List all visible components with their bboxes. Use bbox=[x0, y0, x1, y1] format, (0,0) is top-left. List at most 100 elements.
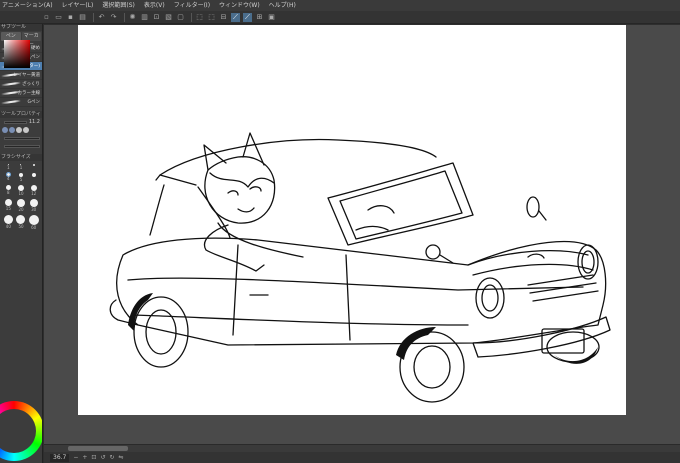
fit-icon[interactable]: ⊡ bbox=[91, 452, 96, 463]
frame-icon[interactable]: ▢ bbox=[176, 13, 185, 22]
brush-label: レイヤー黄道 bbox=[13, 73, 40, 78]
drawing-canvas[interactable] bbox=[78, 25, 626, 415]
brush-item[interactable]: Gペン bbox=[0, 98, 42, 107]
size-cell[interactable]: 1 bbox=[16, 164, 27, 170]
menu-filter[interactable]: フィルター(I) bbox=[174, 0, 210, 11]
car-roof-line bbox=[159, 138, 437, 176]
size-cell[interactable]: 8 bbox=[3, 185, 14, 196]
redo-icon[interactable]: ↷ bbox=[109, 13, 118, 22]
size-cell[interactable]: 20 bbox=[16, 199, 27, 212]
brush-size-row: 11.2 bbox=[0, 118, 42, 126]
flip-icon[interactable]: ⇋ bbox=[119, 452, 124, 463]
menu-select[interactable]: 選択範囲(S) bbox=[102, 0, 135, 11]
windshield-frame bbox=[327, 162, 474, 246]
zoom-out-icon[interactable]: − bbox=[73, 452, 78, 463]
brush-stroke-preview bbox=[0, 81, 22, 87]
character-arm bbox=[203, 224, 265, 272]
brush-label: ざっくり bbox=[22, 82, 40, 87]
brush-size-slider[interactable] bbox=[4, 120, 27, 124]
menu-view[interactable]: 表示(V) bbox=[144, 0, 165, 11]
slider-row bbox=[0, 142, 42, 150]
size-cell-selected[interactable]: 4 bbox=[3, 172, 14, 182]
size-dot bbox=[4, 199, 12, 206]
trash-icon[interactable]: ▥ bbox=[140, 13, 149, 22]
ruler-icon[interactable]: ⟋ bbox=[243, 12, 252, 22]
character-eye bbox=[227, 190, 239, 196]
size-label: 12 bbox=[31, 191, 37, 196]
size-dot bbox=[29, 199, 38, 207]
zoom-in-icon[interactable]: + bbox=[82, 452, 87, 463]
transform-icon[interactable]: ⊡ bbox=[152, 13, 161, 22]
preset-dot[interactable] bbox=[23, 127, 29, 133]
character-ear bbox=[203, 144, 227, 171]
menu-animation[interactable]: アニメーション(A) bbox=[2, 0, 53, 11]
horizontal-scrollbar[interactable] bbox=[44, 444, 680, 452]
preset-dot[interactable] bbox=[2, 127, 8, 133]
character-mouth bbox=[237, 207, 255, 213]
size-cell[interactable]: 5 bbox=[16, 173, 27, 182]
toolbar-divider bbox=[191, 12, 192, 22]
size-cell[interactable]: 15 bbox=[3, 199, 14, 212]
color-wheel[interactable] bbox=[0, 401, 42, 461]
brush-item[interactable]: レイヤー黄道 bbox=[0, 71, 42, 80]
brush-size-grid: 1 1 4 5 8 10 12 15 20 30 40 50 60 bbox=[0, 161, 42, 233]
size-cell[interactable] bbox=[28, 164, 39, 170]
loading-icon[interactable]: ✺ bbox=[128, 13, 137, 22]
rotate-right-icon[interactable]: ↻ bbox=[109, 452, 114, 463]
size-cell[interactable]: 30 bbox=[28, 199, 39, 212]
brush-item[interactable]: カラー主線 bbox=[0, 89, 42, 98]
opacity-slider[interactable] bbox=[4, 136, 40, 140]
preset-dot[interactable] bbox=[9, 127, 15, 133]
rotate-left-icon[interactable]: ↺ bbox=[100, 452, 105, 463]
scrollbar-thumb[interactable] bbox=[68, 446, 128, 451]
saturation-value-picker[interactable] bbox=[4, 40, 30, 68]
size-label: 40 bbox=[5, 224, 11, 229]
size-label: 50 bbox=[18, 224, 24, 229]
new-icon[interactable]: ▫ bbox=[42, 13, 51, 22]
fill-icon[interactable]: ▧ bbox=[164, 13, 173, 22]
brush-item[interactable]: ざっくり bbox=[0, 80, 42, 89]
menu-help[interactable]: ヘルプ(H) bbox=[269, 0, 296, 11]
size-label: 1 bbox=[19, 165, 23, 170]
preset-dot[interactable] bbox=[16, 127, 22, 133]
pen-icon[interactable]: ⟋ bbox=[231, 12, 240, 22]
deselect-icon[interactable]: ⬚ bbox=[207, 13, 216, 22]
size-label: 20 bbox=[18, 207, 24, 212]
interior-detail bbox=[355, 225, 389, 231]
menu-layer[interactable]: レイヤー(L) bbox=[62, 0, 94, 11]
car-side-crease bbox=[132, 314, 469, 326]
size-cell[interactable] bbox=[28, 173, 39, 182]
size-cell[interactable]: 10 bbox=[16, 185, 27, 196]
open-icon[interactable]: ▭ bbox=[54, 13, 63, 22]
size-dot bbox=[16, 215, 26, 224]
print-icon[interactable]: ▤ bbox=[78, 13, 87, 22]
select-icon[interactable]: ⬚ bbox=[195, 13, 204, 22]
menu-window[interactable]: ウィンドウ(W) bbox=[219, 0, 260, 11]
car-side-crease bbox=[127, 277, 584, 291]
panel-title: ブラシサイズ bbox=[0, 154, 42, 161]
size-cell[interactable]: 40 bbox=[3, 215, 14, 230]
size-cell[interactable]: 60 bbox=[28, 215, 39, 230]
undo-icon[interactable]: ↶ bbox=[97, 13, 106, 22]
invert-icon[interactable]: ⊟ bbox=[219, 13, 228, 22]
size-label: 30 bbox=[31, 207, 37, 212]
panel-title: サブツール bbox=[0, 24, 42, 31]
save-icon[interactable]: ▪ bbox=[66, 13, 75, 22]
rear-wheel bbox=[133, 296, 189, 368]
car-door-line bbox=[345, 254, 351, 341]
size-cell[interactable]: 12 bbox=[28, 185, 39, 196]
size-label: 10 bbox=[18, 191, 24, 196]
slider-row bbox=[0, 134, 42, 142]
side-mirror bbox=[425, 244, 441, 260]
zoom-value[interactable]: 36.7 bbox=[50, 453, 70, 462]
car-pillar-line bbox=[149, 184, 165, 236]
layer-icon[interactable]: ▣ bbox=[267, 13, 276, 22]
size-label: 15 bbox=[5, 206, 11, 211]
size-cell[interactable]: 50 bbox=[16, 215, 27, 230]
stabilization-slider[interactable] bbox=[4, 144, 40, 148]
size-cell[interactable]: 1 bbox=[3, 164, 14, 170]
toolbar-divider bbox=[93, 12, 94, 22]
size-label: 1 bbox=[7, 165, 10, 170]
car-roof-line bbox=[155, 174, 197, 186]
snap-icon[interactable]: ⊞ bbox=[255, 13, 264, 22]
